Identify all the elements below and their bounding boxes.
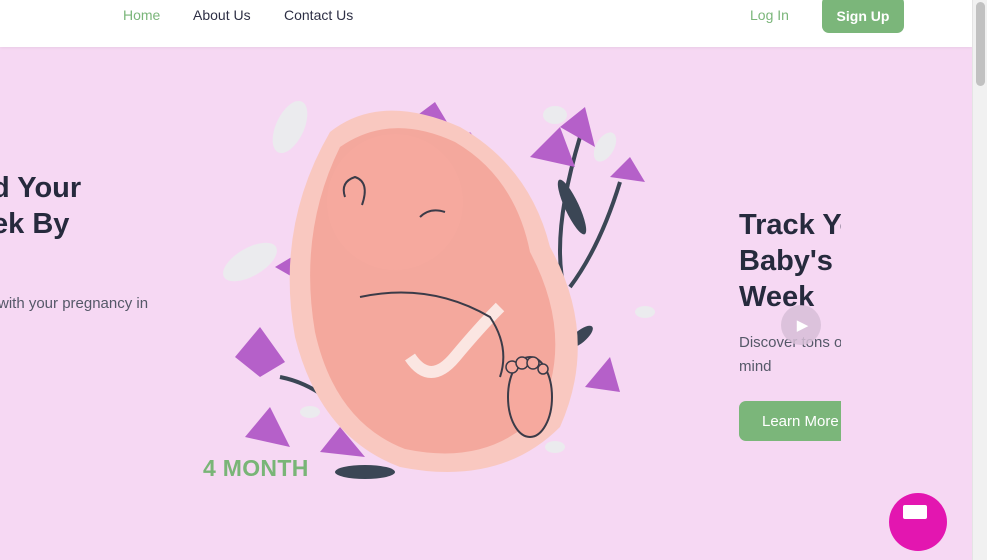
nav-contact-link[interactable]: Contact Us [284, 7, 353, 23]
login-link[interactable]: Log In [750, 7, 789, 23]
fetus-head [327, 134, 463, 270]
previous-slide-description: with your pregnancy in [0, 295, 149, 312]
nav-home-link[interactable]: Home [123, 7, 160, 23]
page-scrollbar[interactable] [972, 0, 987, 560]
fetus-illustration [223, 100, 655, 479]
month-label: 4 MONTH [203, 455, 309, 481]
carousel-next-button[interactable]: ▶ [781, 305, 821, 345]
chevron-right-icon: ▶ [796, 317, 809, 334]
page: Home About Us Contact Us Log In Sign Up … [0, 0, 972, 560]
hero-carousel: d Your ek By with your pregnancy in 4 MO… [0, 47, 972, 560]
navbar: Home About Us Contact Us Log In Sign Up [0, 0, 972, 47]
chat-widget-button[interactable] [889, 493, 947, 551]
signup-button[interactable]: Sign Up [822, 0, 904, 33]
learn-more-button[interactable]: Learn More [739, 401, 841, 441]
previous-slide-title: d Your ek By [0, 172, 82, 240]
nav-about-link[interactable]: About Us [193, 7, 251, 23]
chat-icon [903, 505, 927, 519]
slide-title: Track Your Baby's Growth Week [739, 209, 841, 313]
scrollbar-thumb[interactable] [976, 2, 985, 86]
